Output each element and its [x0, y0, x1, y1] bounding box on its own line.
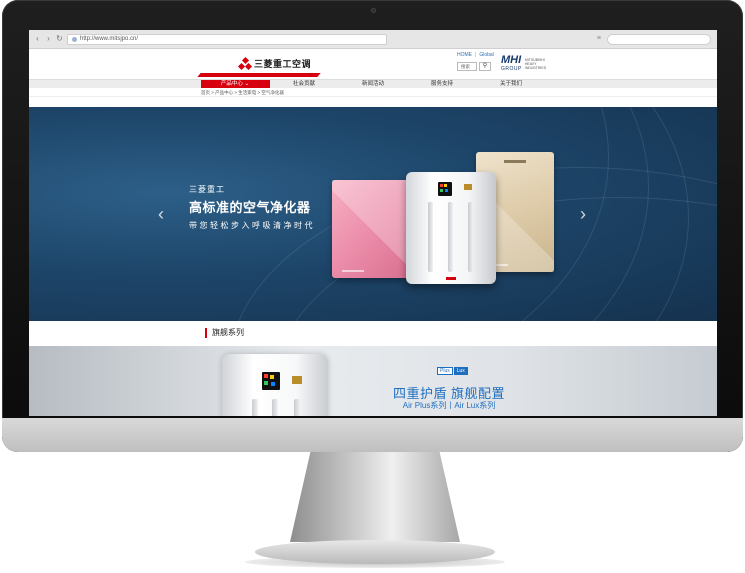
forward-icon[interactable]: ›	[45, 34, 52, 44]
nav-item-products[interactable]: 产品中心 ⌄	[200, 80, 270, 88]
nav-item-news[interactable]: 新闻活动	[339, 80, 408, 88]
monitor-chin	[2, 418, 743, 452]
flagship-banner: Plus Lux 四重护盾 旗舰配置 Air Plus系列丨Air Lux系列	[29, 346, 717, 416]
brand-logo[interactable]: 三菱重工空调	[237, 56, 312, 70]
site-search-input[interactable]: 搜索	[457, 62, 477, 71]
monitor-base	[255, 540, 495, 564]
section-title: 旗舰系列	[205, 328, 244, 338]
site-search: 搜索 ⚲	[457, 62, 491, 71]
main-nav: 产品中心 ⌄ 社会贡献 新闻活动 服务支持 关于我们	[29, 79, 717, 88]
reload-icon[interactable]: ↻	[56, 34, 63, 44]
monitor-stand	[290, 452, 460, 542]
browser-search-box[interactable]	[607, 34, 711, 45]
series-badges: Plus Lux	[437, 367, 468, 375]
nav-item-social[interactable]: 社会贡献	[270, 80, 339, 88]
purifier-display	[438, 182, 452, 196]
menu-icon[interactable]: ≡	[597, 35, 601, 42]
hero-banner: ‹ › 三菱重工 高标准的空气净化器 带您轻松步入呼吸清净时代	[29, 107, 717, 321]
magnifier-icon: ⚲	[482, 63, 488, 69]
mhi-logo-text: MHI	[501, 54, 522, 66]
purifier-display	[262, 372, 280, 390]
site-favicon-icon	[72, 36, 77, 42]
search-button[interactable]: ⚲	[479, 62, 491, 71]
hero-tagline: 带您轻松步入呼吸清净时代	[189, 221, 315, 230]
flagship-subtitle: Air Plus系列丨Air Lux系列	[402, 401, 496, 410]
link-separator: |	[475, 52, 477, 58]
hero-title: 高标准的空气净化器	[189, 200, 311, 215]
chevron-right-icon[interactable]: ›	[578, 205, 588, 223]
site-header: 三菱重工空调 HOME | Global 搜索 ⚲ MHI GROUP MITS…	[29, 49, 717, 79]
back-icon[interactable]: ‹	[34, 34, 41, 44]
chevron-left-icon[interactable]: ‹	[156, 205, 166, 223]
global-link[interactable]: Global	[479, 52, 493, 58]
badge-lux: Lux	[453, 367, 468, 375]
address-bar[interactable]: http://www.mitsjpo.cn/	[67, 33, 387, 45]
badge-plus: Plus	[437, 367, 453, 375]
browser-toolbar: ‹ › ↻ http://www.mitsjpo.cn/ ≡	[29, 30, 717, 49]
white-air-purifier-image	[406, 172, 496, 284]
mhi-sub-text: MITSUBISHI HEAVY INDUSTRIES	[524, 57, 547, 70]
pink-air-purifier-image	[332, 180, 409, 278]
top-links: HOME | Global	[457, 52, 494, 58]
home-link[interactable]: HOME	[457, 52, 472, 58]
nav-item-about[interactable]: 关于我们	[477, 80, 546, 88]
brand-logo-text: 三菱重工空调	[254, 59, 312, 69]
hero-subtitle-brand: 三菱重工	[189, 185, 225, 194]
flagship-air-purifier-image	[222, 354, 328, 416]
section-header: 旗舰系列	[29, 321, 717, 346]
nav-item-support[interactable]: 服务支持	[408, 80, 477, 88]
hero-text: 三菱重工 高标准的空气净化器 带您轻松步入呼吸清净时代	[189, 184, 315, 231]
header-red-swoosh	[197, 73, 321, 77]
mhi-group-label: GROUP	[501, 66, 522, 72]
address-bar-url: http://www.mitsjpo.cn/	[80, 35, 139, 42]
screen: ‹ › ↻ http://www.mitsjpo.cn/ ≡ 三菱重工空调 HO…	[29, 30, 717, 416]
breadcrumb: 首页 > 产品中心 > 生活家电 > 空气净化器	[29, 88, 717, 97]
mitsubishi-diamonds-icon	[237, 56, 253, 70]
webcam-icon	[371, 8, 376, 13]
mhi-group-logo[interactable]: MHI GROUP MITSUBISHI HEAVY INDUSTRIES	[501, 54, 553, 73]
